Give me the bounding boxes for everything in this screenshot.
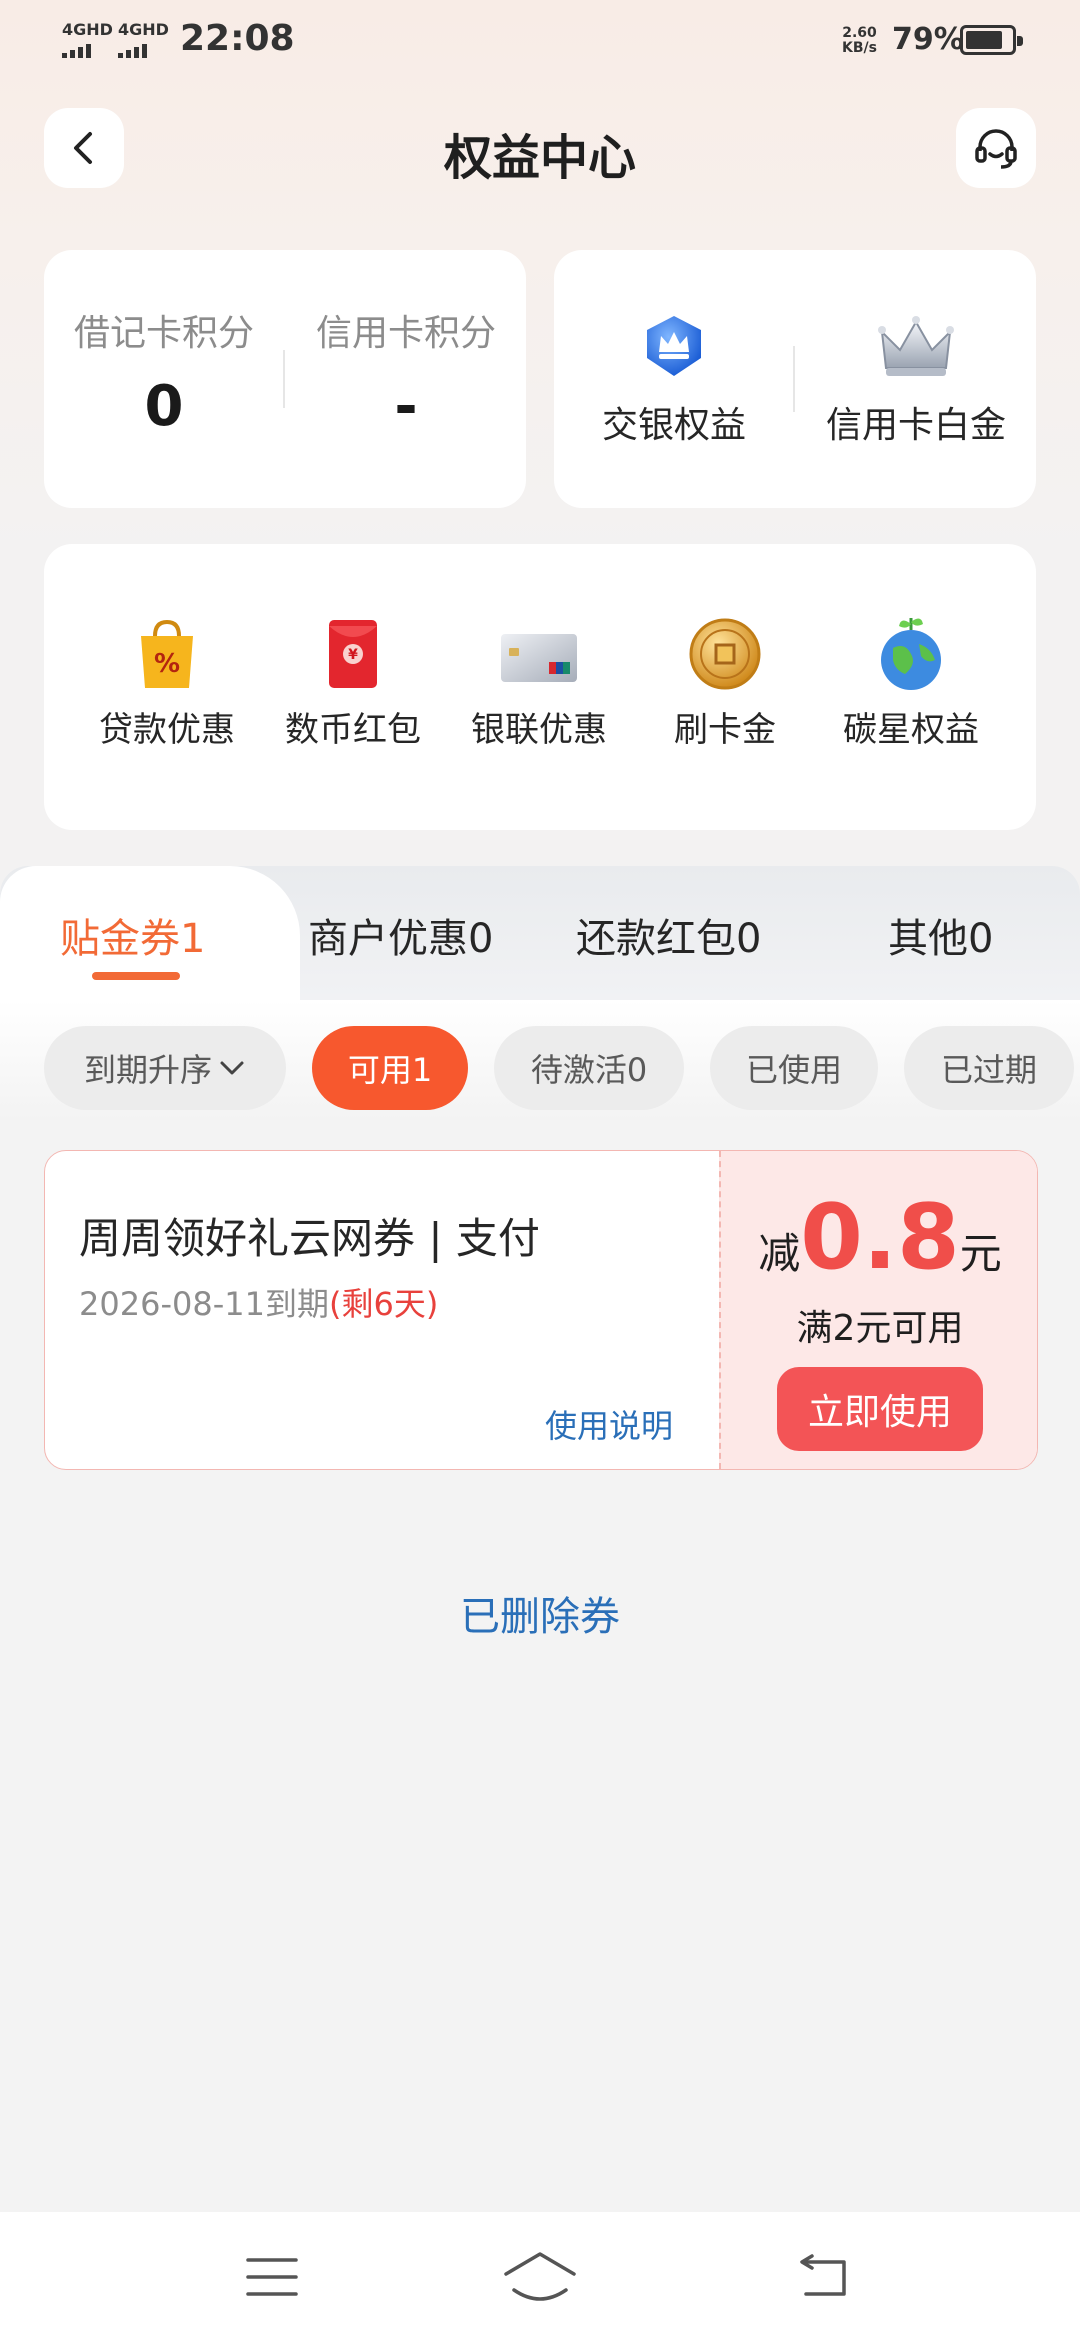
coupon-value-panel: 减0.8元 满2元可用 立即使用 (719, 1151, 1037, 1469)
signal-2-label: 4GHD (118, 20, 169, 39)
coupon-card: 周周领好礼云网券 | 支付 2026-08-11到期(剩6天) 使用说明 减0.… (44, 1150, 1038, 1470)
coupon-amount-value: 0.8 (800, 1185, 960, 1290)
status-bar: 4GHD 4GHD 22:08 2.60 KB/s 79% (0, 0, 1080, 80)
perk-platinum-label: 信用卡白金 (825, 405, 1006, 446)
coupon-amount: 减0.8元 (721, 1185, 1037, 1290)
back-nav-icon[interactable] (794, 2252, 854, 2302)
grid-item-loan[interactable]: % 贷款优惠 (77, 614, 257, 751)
credit-points[interactable]: 信用卡积分 - (286, 304, 526, 439)
gold-coin-icon (689, 618, 761, 690)
clock: 22:08 (180, 18, 295, 59)
usage-instructions-link[interactable]: 使用说明 (545, 1401, 673, 1447)
page-title: 权益中心 (443, 130, 636, 186)
chevron-down-icon (220, 1061, 244, 1075)
filter-pending-activation[interactable]: 待激活0 (494, 1026, 684, 1110)
grid-item-digital-red-packet-label: 数币红包 (285, 710, 421, 750)
benefits-grid: % 贷款优惠 ¥ 数币红包 银联优惠 刷卡金 碳星权益 (44, 544, 1036, 830)
divider (283, 350, 285, 408)
battery-icon (960, 25, 1023, 55)
system-nav-bar (0, 2212, 1080, 2340)
battery-percent: 79% (892, 22, 964, 57)
tab-indicator (92, 972, 180, 980)
deleted-coupons-link[interactable]: 已删除券 (0, 1584, 1080, 1642)
silver-crown-icon (878, 316, 954, 376)
net-speed: 2.60 KB/s (842, 26, 877, 56)
svg-text:%: % (154, 649, 180, 679)
tab-merchant-offers[interactable]: 商户优惠0 (308, 906, 493, 964)
filter-available[interactable]: 可用1 (312, 1026, 468, 1110)
credit-points-label: 信用卡积分 (315, 313, 496, 354)
points-card: 借记卡积分 0 信用卡积分 - (44, 250, 526, 508)
grid-item-loan-label: 贷款优惠 (99, 710, 235, 750)
coupon-title: 周周领好礼云网券 | 支付 (79, 1214, 540, 1263)
credit-points-value: - (394, 374, 418, 439)
perk-platinum[interactable]: 信用卡白金 (796, 312, 1036, 448)
grid-item-digital-red-packet[interactable]: ¥ 数币红包 (263, 614, 443, 751)
use-now-button[interactable]: 立即使用 (777, 1367, 983, 1451)
filter-used[interactable]: 已使用 (710, 1026, 878, 1110)
grid-item-card-cash[interactable]: 刷卡金 (635, 614, 815, 751)
menu-icon[interactable] (242, 2252, 302, 2302)
unionpay-card-icon (501, 634, 577, 682)
coupon-remaining: (剩6天) (328, 1285, 439, 1323)
perk-bocom[interactable]: 交银权益 (554, 312, 794, 448)
perks-card: 交银权益 信用卡白金 (554, 250, 1036, 508)
filter-expired[interactable]: 已过期 (904, 1026, 1074, 1110)
coupon-amount-prefix: 减 (758, 1229, 801, 1278)
signal-1-label: 4GHD (62, 20, 113, 39)
debit-points[interactable]: 借记卡积分 0 (44, 304, 284, 439)
grid-item-carbon-star-label: 碳星权益 (843, 710, 979, 750)
sort-expiry-label: 到期升序 (83, 1051, 212, 1089)
signal-2-icon: 4GHD (118, 22, 169, 58)
coupon-amount-suffix: 元 (959, 1229, 1002, 1278)
customer-service-button[interactable] (956, 108, 1036, 188)
grid-item-unionpay-label: 银联优惠 (471, 710, 607, 750)
shopping-bag-percent-icon: % (141, 619, 193, 688)
net-speed-unit: KB/s (842, 40, 877, 56)
tab-repayment-red-packet[interactable]: 还款红包0 (576, 906, 761, 964)
coupon-tabs: 贴金券1 商户优惠0 还款红包0 其他0 (0, 866, 1080, 1000)
headset-icon (975, 129, 1017, 169)
grid-item-unionpay[interactable]: 银联优惠 (449, 614, 629, 751)
grid-item-carbon-star[interactable]: 碳星权益 (821, 614, 1001, 751)
perk-bocom-label: 交银权益 (601, 405, 746, 446)
signal-1-icon: 4GHD (62, 22, 113, 58)
blue-crown-icon (647, 316, 701, 376)
debit-points-value: 0 (144, 374, 184, 439)
debit-points-label: 借记卡积分 (73, 313, 254, 354)
coupon-expiry: 2026-08-11到期(剩6天) (79, 1279, 438, 1325)
sort-expiry-dropdown[interactable]: 到期升序 (44, 1026, 286, 1110)
earth-plant-icon (881, 618, 941, 690)
divider (793, 346, 795, 412)
coupon-condition: 满2元可用 (796, 1308, 964, 1349)
tab-gold-coupon[interactable]: 贴金券1 (60, 906, 205, 964)
home-icon[interactable] (500, 2248, 580, 2304)
tab-other[interactable]: 其他0 (888, 906, 993, 964)
svg-text:¥: ¥ (348, 647, 358, 663)
coupon-expiry-date: 2026-08-11到期 (79, 1285, 329, 1323)
net-speed-value: 2.60 (842, 25, 877, 41)
red-envelope-icon: ¥ (329, 620, 377, 688)
grid-item-card-cash-label: 刷卡金 (674, 710, 776, 750)
